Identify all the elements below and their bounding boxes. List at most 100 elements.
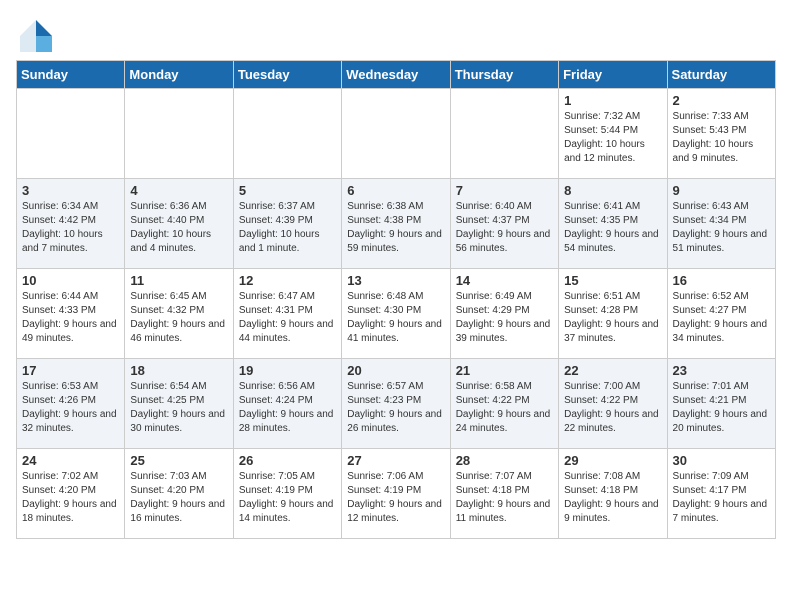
day-number: 11 bbox=[130, 273, 227, 288]
calendar-body: 1 Sunrise: 7:32 AM Sunset: 5:44 PM Daylig… bbox=[17, 89, 776, 539]
day-cell: 5 Sunrise: 6:37 AM Sunset: 4:39 PM Daylig… bbox=[233, 179, 341, 269]
day-number: 26 bbox=[239, 453, 336, 468]
day-cell: 26 Sunrise: 7:05 AM Sunset: 4:19 PM Dayli… bbox=[233, 449, 341, 539]
day-number: 10 bbox=[22, 273, 119, 288]
day-cell: 13 Sunrise: 6:48 AM Sunset: 4:30 PM Dayli… bbox=[342, 269, 450, 359]
logo-icon bbox=[16, 16, 52, 52]
day-cell: 4 Sunrise: 6:36 AM Sunset: 4:40 PM Daylig… bbox=[125, 179, 233, 269]
day-number: 28 bbox=[456, 453, 553, 468]
calendar-header: SundayMondayTuesdayWednesdayThursdayFrid… bbox=[17, 61, 776, 89]
day-info: Sunrise: 6:54 AM Sunset: 4:25 PM Dayligh… bbox=[130, 380, 227, 436]
day-cell: 25 Sunrise: 7:03 AM Sunset: 4:20 PM Dayli… bbox=[125, 449, 233, 539]
day-number: 17 bbox=[22, 363, 119, 378]
day-number: 1 bbox=[564, 93, 661, 108]
day-number: 5 bbox=[239, 183, 336, 198]
day-info: Sunrise: 6:52 AM Sunset: 4:27 PM Dayligh… bbox=[673, 290, 770, 346]
day-cell: 27 Sunrise: 7:06 AM Sunset: 4:19 PM Dayli… bbox=[342, 449, 450, 539]
day-info: Sunrise: 7:05 AM Sunset: 4:19 PM Dayligh… bbox=[239, 470, 336, 526]
day-number: 12 bbox=[239, 273, 336, 288]
day-number: 21 bbox=[456, 363, 553, 378]
day-info: Sunrise: 6:53 AM Sunset: 4:26 PM Dayligh… bbox=[22, 380, 119, 436]
day-info: Sunrise: 6:41 AM Sunset: 4:35 PM Dayligh… bbox=[564, 200, 661, 256]
day-info: Sunrise: 6:57 AM Sunset: 4:23 PM Dayligh… bbox=[347, 380, 444, 436]
day-cell: 10 Sunrise: 6:44 AM Sunset: 4:33 PM Dayli… bbox=[17, 269, 125, 359]
day-info: Sunrise: 6:37 AM Sunset: 4:39 PM Dayligh… bbox=[239, 200, 336, 256]
weekday-header-tuesday: Tuesday bbox=[233, 61, 341, 89]
day-cell: 19Sunrise: 6:56 AM Sunset: 4:24 PM Dayli… bbox=[233, 359, 341, 449]
day-info: Sunrise: 6:48 AM Sunset: 4:30 PM Dayligh… bbox=[347, 290, 444, 346]
day-info: Sunrise: 7:00 AM Sunset: 4:22 PM Dayligh… bbox=[564, 380, 661, 436]
weekday-row: SundayMondayTuesdayWednesdayThursdayFrid… bbox=[17, 61, 776, 89]
week-row-4: 17 Sunrise: 6:53 AM Sunset: 4:26 PM Dayli… bbox=[17, 359, 776, 449]
day-info: Sunrise: 7:33 AM Sunset: 5:43 PM Dayligh… bbox=[673, 110, 770, 166]
day-number: 30 bbox=[673, 453, 770, 468]
day-cell: 21 Sunrise: 6:58 AM Sunset: 4:22 PM Dayli… bbox=[450, 359, 558, 449]
day-cell: 18 Sunrise: 6:54 AM Sunset: 4:25 PM Dayli… bbox=[125, 359, 233, 449]
day-cell: 7 Sunrise: 6:40 AM Sunset: 4:37 PM Daylig… bbox=[450, 179, 558, 269]
day-number: 4 bbox=[130, 183, 227, 198]
day-cell: 6 Sunrise: 6:38 AM Sunset: 4:38 PM Daylig… bbox=[342, 179, 450, 269]
week-row-3: 10 Sunrise: 6:44 AM Sunset: 4:33 PM Dayli… bbox=[17, 269, 776, 359]
day-cell: 28 Sunrise: 7:07 AM Sunset: 4:18 PM Dayli… bbox=[450, 449, 558, 539]
day-info: Sunrise: 7:03 AM Sunset: 4:20 PM Dayligh… bbox=[130, 470, 227, 526]
day-number: 14 bbox=[456, 273, 553, 288]
day-info: Sunrise: 6:40 AM Sunset: 4:37 PM Dayligh… bbox=[456, 200, 553, 256]
day-cell: 16Sunrise: 6:52 AM Sunset: 4:27 PM Dayli… bbox=[667, 269, 775, 359]
day-number: 15 bbox=[564, 273, 661, 288]
day-cell bbox=[233, 89, 341, 179]
week-row-5: 24 Sunrise: 7:02 AM Sunset: 4:20 PM Dayli… bbox=[17, 449, 776, 539]
day-info: Sunrise: 6:47 AM Sunset: 4:31 PM Dayligh… bbox=[239, 290, 336, 346]
day-number: 25 bbox=[130, 453, 227, 468]
day-cell: 17 Sunrise: 6:53 AM Sunset: 4:26 PM Dayli… bbox=[17, 359, 125, 449]
day-cell bbox=[125, 89, 233, 179]
day-info: Sunrise: 6:44 AM Sunset: 4:33 PM Dayligh… bbox=[22, 290, 119, 346]
weekday-header-friday: Friday bbox=[559, 61, 667, 89]
day-number: 3 bbox=[22, 183, 119, 198]
weekday-header-thursday: Thursday bbox=[450, 61, 558, 89]
day-cell: 24 Sunrise: 7:02 AM Sunset: 4:20 PM Dayli… bbox=[17, 449, 125, 539]
day-cell: 12 Sunrise: 6:47 AM Sunset: 4:31 PM Dayli… bbox=[233, 269, 341, 359]
day-info: Sunrise: 7:02 AM Sunset: 4:20 PM Dayligh… bbox=[22, 470, 119, 526]
day-info: Sunrise: 7:08 AM Sunset: 4:18 PM Dayligh… bbox=[564, 470, 661, 526]
weekday-header-monday: Monday bbox=[125, 61, 233, 89]
day-info: Sunrise: 7:32 AM Sunset: 5:44 PM Dayligh… bbox=[564, 110, 661, 166]
week-row-2: 3 Sunrise: 6:34 AM Sunset: 4:42 PM Daylig… bbox=[17, 179, 776, 269]
day-number: 7 bbox=[456, 183, 553, 198]
day-cell: 15Sunrise: 6:51 AM Sunset: 4:28 PM Dayli… bbox=[559, 269, 667, 359]
day-number: 20 bbox=[347, 363, 444, 378]
day-number: 13 bbox=[347, 273, 444, 288]
day-info: Sunrise: 7:06 AM Sunset: 4:19 PM Dayligh… bbox=[347, 470, 444, 526]
day-number: 18 bbox=[130, 363, 227, 378]
day-info: Sunrise: 7:07 AM Sunset: 4:18 PM Dayligh… bbox=[456, 470, 553, 526]
day-number: 8 bbox=[564, 183, 661, 198]
calendar: SundayMondayTuesdayWednesdayThursdayFrid… bbox=[16, 60, 776, 539]
day-info: Sunrise: 6:45 AM Sunset: 4:32 PM Dayligh… bbox=[130, 290, 227, 346]
day-cell: 3 Sunrise: 6:34 AM Sunset: 4:42 PM Daylig… bbox=[17, 179, 125, 269]
week-row-1: 1 Sunrise: 7:32 AM Sunset: 5:44 PM Daylig… bbox=[17, 89, 776, 179]
day-info: Sunrise: 7:01 AM Sunset: 4:21 PM Dayligh… bbox=[673, 380, 770, 436]
page-header bbox=[16, 16, 776, 52]
day-cell bbox=[17, 89, 125, 179]
day-cell: 2 Sunrise: 7:33 AM Sunset: 5:43 PM Daylig… bbox=[667, 89, 775, 179]
day-number: 22 bbox=[564, 363, 661, 378]
day-info: Sunrise: 6:34 AM Sunset: 4:42 PM Dayligh… bbox=[22, 200, 119, 256]
day-cell: 29Sunrise: 7:08 AM Sunset: 4:18 PM Dayli… bbox=[559, 449, 667, 539]
day-info: Sunrise: 7:09 AM Sunset: 4:17 PM Dayligh… bbox=[673, 470, 770, 526]
day-number: 2 bbox=[673, 93, 770, 108]
day-cell bbox=[450, 89, 558, 179]
day-number: 27 bbox=[347, 453, 444, 468]
day-cell: 22 Sunrise: 7:00 AM Sunset: 4:22 PM Dayli… bbox=[559, 359, 667, 449]
day-cell: 8 Sunrise: 6:41 AM Sunset: 4:35 PM Daylig… bbox=[559, 179, 667, 269]
day-cell: 11 Sunrise: 6:45 AM Sunset: 4:32 PM Dayli… bbox=[125, 269, 233, 359]
day-cell: 20 Sunrise: 6:57 AM Sunset: 4:23 PM Dayli… bbox=[342, 359, 450, 449]
day-cell: 14Sunrise: 6:49 AM Sunset: 4:29 PM Dayli… bbox=[450, 269, 558, 359]
day-info: Sunrise: 6:43 AM Sunset: 4:34 PM Dayligh… bbox=[673, 200, 770, 256]
day-info: Sunrise: 6:36 AM Sunset: 4:40 PM Dayligh… bbox=[130, 200, 227, 256]
day-number: 6 bbox=[347, 183, 444, 198]
day-info: Sunrise: 6:56 AM Sunset: 4:24 PM Dayligh… bbox=[239, 380, 336, 436]
day-info: Sunrise: 6:38 AM Sunset: 4:38 PM Dayligh… bbox=[347, 200, 444, 256]
day-number: 24 bbox=[22, 453, 119, 468]
day-cell: 9Sunrise: 6:43 AM Sunset: 4:34 PM Daylig… bbox=[667, 179, 775, 269]
day-info: Sunrise: 6:58 AM Sunset: 4:22 PM Dayligh… bbox=[456, 380, 553, 436]
weekday-header-wednesday: Wednesday bbox=[342, 61, 450, 89]
